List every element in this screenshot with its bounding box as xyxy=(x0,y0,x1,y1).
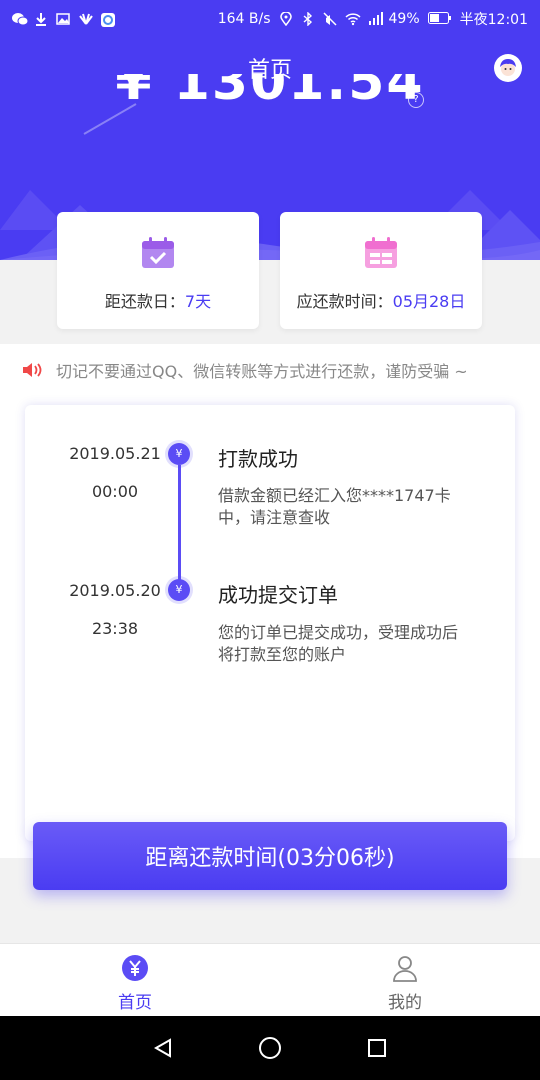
wifi-icon xyxy=(344,12,361,26)
network-speed: 164 B/s xyxy=(217,11,271,27)
back-button[interactable] xyxy=(150,1035,176,1061)
timeline-date: 2019.05.21 xyxy=(69,444,161,463)
repay-countdown-button[interactable]: 距离还款时间(03分06秒) xyxy=(33,822,507,890)
battery-percent: 49% xyxy=(388,11,420,27)
bottom-tab-bar: 首页 我的 xyxy=(0,943,540,1016)
notice-text: 切记不要通过QQ、微信转账等方式进行还款，谨防受骗 ~ xyxy=(56,362,468,381)
tab-home-label: 首页 xyxy=(118,993,152,1013)
speaker-icon xyxy=(23,363,42,377)
signal-icon xyxy=(367,12,383,26)
repay-date-text: 应还款时间：05月28日 xyxy=(297,288,466,312)
info-icon[interactable]: ? xyxy=(408,92,424,108)
avatar-icon xyxy=(500,59,516,76)
download-icon xyxy=(34,12,48,26)
repay-date-label: 应还款时间： xyxy=(296,292,393,311)
status-bar: 164 B/s 49% 半夜12:01 xyxy=(0,0,540,38)
status-right-info: 164 B/s 49% 半夜12:01 xyxy=(218,9,528,29)
timeline-time: 00:00 xyxy=(91,482,139,501)
timeline-date: 2019.05.20 xyxy=(69,581,161,600)
timeline-desc: 借款金额已经汇入您****1747卡中，请注意查收 xyxy=(218,486,451,527)
calendar-icon xyxy=(365,237,397,268)
system-nav-bar xyxy=(0,1016,540,1080)
back-triangle-icon xyxy=(154,1038,172,1058)
home-yen-icon xyxy=(122,955,148,981)
recents-square-icon xyxy=(367,1039,386,1057)
yen-icon: ¥ xyxy=(168,443,190,465)
app-icon xyxy=(100,12,115,27)
timeline-time: 23:38 xyxy=(91,619,139,638)
gallery-icon xyxy=(56,12,70,26)
timeline-title: 成功提交订单 xyxy=(218,583,338,607)
tab-home[interactable]: 首页 xyxy=(0,944,270,1016)
status-left-icons xyxy=(12,12,115,27)
repay-date-value: 05月28日 xyxy=(392,292,466,311)
home-circle-icon xyxy=(258,1037,281,1059)
days-to-repay-card: 距还款日：7天 xyxy=(57,212,259,329)
fraud-notice: 切记不要通过QQ、微信转账等方式进行还款，谨防受骗 ~ xyxy=(0,344,540,396)
timeline-title: 打款成功 xyxy=(218,447,298,471)
home-button[interactable] xyxy=(257,1035,283,1061)
timeline-desc: 您的订单已提交成功，受理成功后将打款至您的账户 xyxy=(218,623,459,664)
clock: 半夜12:01 xyxy=(459,12,528,28)
wechat-icon xyxy=(12,12,29,26)
days-to-repay-label: 距还款日： xyxy=(104,292,185,311)
recents-button[interactable] xyxy=(364,1035,390,1061)
bluetooth-icon xyxy=(301,11,315,27)
location-icon xyxy=(279,11,293,27)
user-icon xyxy=(393,956,417,982)
order-timeline: 2019.05.21 00:00 ¥ 打款成功 借款金额已经汇入您****174… xyxy=(25,405,515,841)
timeline-line xyxy=(178,465,181,589)
repay-date-card: 应还款时间：05月28日 xyxy=(280,212,482,329)
avatar[interactable] xyxy=(494,54,522,82)
days-to-repay-text: 距还款日：7天 xyxy=(105,288,211,312)
calendar-check-icon xyxy=(142,237,174,268)
mute-icon xyxy=(322,12,337,26)
tab-mine[interactable]: 我的 xyxy=(270,944,540,1016)
huawei-icon xyxy=(78,12,93,26)
days-to-repay-value: 7天 xyxy=(184,292,212,311)
page-title: 首页 xyxy=(247,58,292,83)
battery-icon xyxy=(427,12,452,26)
yen-icon: ¥ xyxy=(168,579,190,601)
tab-mine-label: 我的 xyxy=(388,993,422,1013)
